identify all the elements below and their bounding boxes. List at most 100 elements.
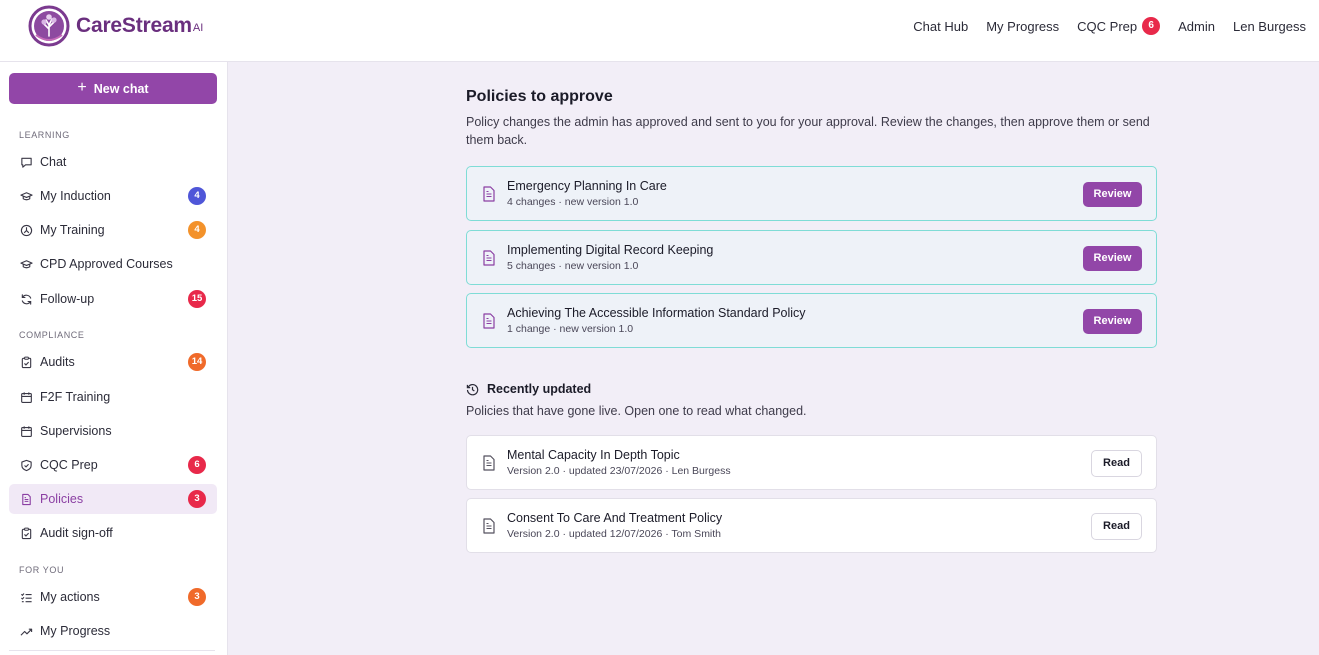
policy-title: Consent To Care And Treatment Policy xyxy=(507,511,723,525)
refresh-icon xyxy=(20,293,33,306)
calendar-icon xyxy=(20,391,33,404)
read-button[interactable]: Read xyxy=(1091,513,1142,540)
policy-title: Emergency Planning In Care xyxy=(507,179,667,193)
sidebar-item-my-training[interactable]: My Training 4 xyxy=(9,215,217,245)
count-badge: 14 xyxy=(188,353,206,371)
sidebar-item-audit-sign-off[interactable]: Audit sign-off xyxy=(9,518,217,548)
sidebar-item-label: Policies xyxy=(40,492,84,506)
count-badge: 3 xyxy=(188,588,206,606)
sidebar-item-label: My actions xyxy=(40,590,100,604)
nav-cqc-prep[interactable]: CQC Prep 6 xyxy=(1077,17,1161,35)
clipboard-check-icon xyxy=(20,527,33,540)
nav-my-progress-label: My Progress xyxy=(986,18,1060,34)
policy-meta: Version 2.0 · updated 23/07/2026 · Len B… xyxy=(507,465,731,477)
nav-chat-hub-label: Chat Hub xyxy=(913,18,969,34)
document-icon xyxy=(483,455,495,471)
sidebar: + New chat LEARNING Chat My Induction 4 … xyxy=(0,62,228,655)
pending-policy-card[interactable]: Achieving The Accessible Information Sta… xyxy=(466,293,1157,348)
review-button[interactable]: Review xyxy=(1083,309,1142,334)
policy-meta: Version 2.0 · updated 12/07/2026 · Tom S… xyxy=(507,528,722,540)
count-badge: 4 xyxy=(188,187,206,205)
policy-title: Mental Capacity In Depth Topic xyxy=(507,448,680,462)
nav-user-name: Len Burgess xyxy=(1233,18,1306,34)
nav-user-menu[interactable]: Len Burgess xyxy=(1233,19,1306,34)
read-button[interactable]: Read xyxy=(1091,450,1142,477)
sidebar-item-audits[interactable]: Audits 14 xyxy=(9,347,217,377)
policy-title: Implementing Digital Record Keeping xyxy=(507,243,714,257)
clipboard-check-icon xyxy=(20,356,33,369)
page-title: Policies to approve xyxy=(466,88,613,105)
sidebar-divider xyxy=(9,650,215,651)
sidebar-item-supervisions[interactable]: Supervisions xyxy=(9,416,217,446)
count-badge: 3 xyxy=(188,490,206,508)
page-subtitle: Policy changes the admin has approved an… xyxy=(466,115,1150,147)
sidebar-item-label: Audit sign-off xyxy=(40,526,113,540)
count-badge: 15 xyxy=(188,290,206,308)
graduation-cap-icon xyxy=(20,258,33,271)
nav-cqc-prep-label: CQC Prep xyxy=(1077,18,1138,34)
sidebar-item-label: F2F Training xyxy=(40,390,111,404)
sidebar-item-label: Follow-up xyxy=(40,292,95,306)
training-icon xyxy=(20,224,33,237)
history-icon xyxy=(466,383,479,396)
sidebar-item-label: Chat xyxy=(40,155,67,169)
sidebar-item-label: My Induction xyxy=(40,189,111,203)
recently-updated-heading: Recently updated xyxy=(466,382,591,396)
graduation-cap-icon xyxy=(20,190,33,203)
section-label-compliance: COMPLIANCE xyxy=(19,330,85,340)
sidebar-item-f2f-training[interactable]: F2F Training xyxy=(9,382,217,412)
sidebar-item-my-induction[interactable]: My Induction 4 xyxy=(9,181,217,211)
trending-up-icon xyxy=(20,625,33,638)
sidebar-item-cpd-approved-courses[interactable]: CPD Approved Courses xyxy=(9,249,217,279)
sidebar-item-label: CPD Approved Courses xyxy=(40,257,173,271)
brand-suffix: AI xyxy=(192,22,204,34)
logo-mark-icon xyxy=(28,5,70,47)
pending-policy-card[interactable]: Emergency Planning In Care 4 changes · n… xyxy=(466,166,1157,221)
live-policy-card[interactable]: Consent To Care And Treatment Policy Ver… xyxy=(466,498,1157,553)
shield-check-icon xyxy=(20,459,33,472)
sidebar-item-label: My Progress xyxy=(40,624,111,638)
sidebar-item-label: Audits xyxy=(40,355,75,369)
sidebar-item-policies[interactable]: Policies 3 xyxy=(9,484,217,514)
nav-chat-hub[interactable]: Chat Hub xyxy=(913,19,968,34)
sidebar-item-follow-up[interactable]: Follow-up 15 xyxy=(9,284,217,314)
top-navigation: Chat Hub My Progress CQC Prep 6 Admin Len… xyxy=(895,17,1306,35)
document-icon xyxy=(483,313,495,329)
sidebar-item-chat[interactable]: Chat xyxy=(9,147,217,177)
sidebar-item-label: Supervisions xyxy=(40,424,112,438)
policy-meta: 5 changes · new version 1.0 xyxy=(507,260,639,272)
count-badge: 4 xyxy=(188,221,206,239)
top-bar: CareStream AI Chat Hub My Progress CQC Pr… xyxy=(0,0,1319,62)
recently-updated-title: Recently updated xyxy=(487,382,592,396)
new-chat-button[interactable]: + New chat xyxy=(9,73,217,104)
document-icon xyxy=(483,250,495,266)
nav-admin[interactable]: Admin xyxy=(1178,19,1215,34)
sidebar-item-my-actions[interactable]: My actions 3 xyxy=(9,582,217,612)
policy-meta: 1 change · new version 1.0 xyxy=(507,323,634,335)
recently-updated-subtitle: Policies that have gone live. Open one t… xyxy=(466,404,807,418)
nav-my-progress[interactable]: My Progress xyxy=(986,19,1059,34)
section-label-learning: LEARNING xyxy=(19,130,70,140)
document-icon xyxy=(483,186,495,202)
brand-name: CareStream xyxy=(76,14,192,37)
sidebar-item-my-progress[interactable]: My Progress xyxy=(9,616,217,646)
checklist-icon xyxy=(20,591,33,604)
sidebar-item-label: My Training xyxy=(40,223,105,237)
policy-title: Achieving The Accessible Information Sta… xyxy=(507,306,806,320)
new-chat-label: New chat xyxy=(93,81,149,96)
live-policy-card[interactable]: Mental Capacity In Depth Topic Version 2… xyxy=(466,435,1157,490)
sidebar-item-label: CQC Prep xyxy=(40,458,98,472)
review-button[interactable]: Review xyxy=(1083,246,1142,271)
document-icon xyxy=(483,518,495,534)
nav-admin-label: Admin xyxy=(1178,18,1215,34)
section-label-for-you: FOR YOU xyxy=(19,565,65,575)
policy-meta: 4 changes · new version 1.0 xyxy=(507,196,639,208)
review-button[interactable]: Review xyxy=(1083,182,1142,207)
pending-policy-card[interactable]: Implementing Digital Record Keeping 5 ch… xyxy=(466,230,1157,285)
chat-icon xyxy=(20,156,33,169)
brand-logo[interactable]: CareStream AI xyxy=(28,4,203,48)
sidebar-item-cqc-prep[interactable]: CQC Prep 6 xyxy=(9,450,217,480)
document-icon xyxy=(20,493,33,506)
plus-icon: + xyxy=(77,78,87,96)
calendar-icon xyxy=(20,425,33,438)
